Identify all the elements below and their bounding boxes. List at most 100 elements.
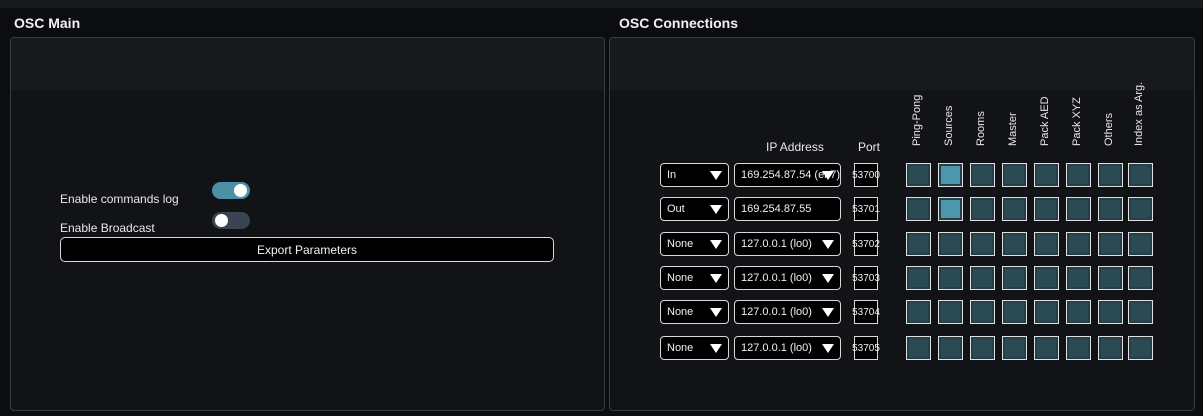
checkbox-others[interactable] [1098,163,1123,187]
checkbox-master[interactable] [1002,300,1027,324]
enable-broadcast-label: Enable Broadcast [60,221,155,235]
checkbox-master[interactable] [1002,266,1027,290]
enable-commands-log-toggle[interactable] [212,182,250,199]
checkbox-fill [1131,200,1150,218]
chevron-down-icon [710,274,722,283]
port-field[interactable]: 53702 [852,232,880,256]
checkbox-others[interactable] [1098,197,1123,221]
ip-address-select[interactable]: 127.0.0.1 (lo0) [734,232,841,256]
checkbox-master[interactable] [1002,336,1027,360]
column-header-label: Sources [943,105,955,146]
checkbox-pack-xyz[interactable] [1066,300,1091,324]
checkbox-index-as-arg[interactable] [1128,266,1153,290]
chevron-down-icon [710,240,722,249]
checkbox-fill [1069,303,1088,321]
osc-connections-title: OSC Connections [619,15,739,31]
ip-address-select[interactable]: 127.0.0.1 (lo0) [734,266,841,290]
column-header-pack-aed: Pack AED [1039,96,1053,158]
checkbox-fill [909,303,928,321]
port-field[interactable]: 53701 [852,197,880,221]
column-header-label: Pack XYZ [1071,97,1083,146]
checkbox-pack-aed[interactable] [1034,163,1059,187]
checkbox-ping-pong[interactable] [906,266,931,290]
checkbox-pack-xyz[interactable] [1066,266,1091,290]
ip-address-select[interactable]: 169.254.87.55 [734,197,841,221]
checkbox-fill [941,339,960,357]
checkbox-rooms[interactable] [970,197,995,221]
mode-select[interactable]: None [660,300,729,324]
checkbox-pack-aed[interactable] [1034,300,1059,324]
checkbox-ping-pong[interactable] [906,197,931,221]
column-header-label: Ping-Pong [911,94,923,146]
checkbox-pack-xyz[interactable] [1066,336,1091,360]
ip-address-select[interactable]: 169.254.87.54 (en7) [734,163,841,187]
toggle-knob [234,184,247,197]
ip-address-select[interactable]: 127.0.0.1 (lo0) [734,300,841,324]
port-field[interactable]: 53705 [852,336,880,360]
checkbox-sources[interactable] [938,232,963,256]
ip-address-value: 127.0.0.1 (lo0) [741,306,812,318]
checkbox-ping-pong[interactable] [906,300,931,324]
checkbox-index-as-arg[interactable] [1128,197,1153,221]
checkbox-ping-pong[interactable] [906,163,931,187]
export-parameters-button[interactable]: Export Parameters [60,237,554,262]
chevron-down-icon [710,171,722,180]
port-field[interactable]: 53700 [852,163,880,187]
checkbox-fill [1131,269,1150,287]
column-header-others: Others [1103,100,1117,158]
checkbox-sources[interactable] [938,197,963,221]
chevron-down-icon [822,308,834,317]
port-field[interactable]: 53704 [852,300,880,324]
checkbox-fill [909,339,928,357]
port-field[interactable]: 53703 [852,266,880,290]
checkbox-pack-aed[interactable] [1034,266,1059,290]
checkbox-sources[interactable] [938,336,963,360]
checkbox-fill [1069,269,1088,287]
checkbox-rooms[interactable] [970,163,995,187]
checkbox-fill [909,269,928,287]
checkbox-fill [973,166,992,184]
checkbox-pack-aed[interactable] [1034,232,1059,256]
checkbox-others[interactable] [1098,300,1123,324]
checkbox-pack-xyz[interactable] [1066,232,1091,256]
checkbox-rooms[interactable] [970,336,995,360]
checkbox-fill [1131,339,1150,357]
checkbox-index-as-arg[interactable] [1128,336,1153,360]
checkbox-fill [1037,339,1056,357]
mode-select[interactable]: None [660,232,729,256]
checkbox-fill [1037,303,1056,321]
mode-select[interactable]: In [660,163,729,187]
checkbox-fill [973,235,992,253]
checkbox-fill [1131,235,1150,253]
mode-select[interactable]: None [660,266,729,290]
mode-select-value: None [667,306,694,318]
checkbox-master[interactable] [1002,197,1027,221]
checkbox-sources[interactable] [938,163,963,187]
checkbox-index-as-arg[interactable] [1128,163,1153,187]
checkbox-index-as-arg[interactable] [1128,300,1153,324]
checkbox-master[interactable] [1002,232,1027,256]
checkbox-pack-xyz[interactable] [1066,163,1091,187]
checkbox-others[interactable] [1098,232,1123,256]
checkbox-master[interactable] [1002,163,1027,187]
checkbox-sources[interactable] [938,300,963,324]
checkbox-others[interactable] [1098,336,1123,360]
checkbox-ping-pong[interactable] [906,336,931,360]
checkbox-ping-pong[interactable] [906,232,931,256]
checkbox-rooms[interactable] [970,300,995,324]
checkbox-pack-xyz[interactable] [1066,197,1091,221]
checkbox-others[interactable] [1098,266,1123,290]
mode-select[interactable]: Out [660,197,729,221]
checkbox-pack-aed[interactable] [1034,197,1059,221]
checkbox-sources[interactable] [938,266,963,290]
mode-select[interactable]: None [660,336,729,360]
checkbox-rooms[interactable] [970,232,995,256]
chevron-down-icon [710,205,722,214]
checkbox-index-as-arg[interactable] [1128,232,1153,256]
checkbox-pack-aed[interactable] [1034,336,1059,360]
enable-broadcast-toggle[interactable] [212,212,250,229]
ip-address-value: 127.0.0.1 (lo0) [741,238,812,250]
column-header-index-as-arg: Index as Arg. [1133,82,1147,158]
checkbox-rooms[interactable] [970,266,995,290]
ip-address-select[interactable]: 127.0.0.1 (lo0) [734,336,841,360]
